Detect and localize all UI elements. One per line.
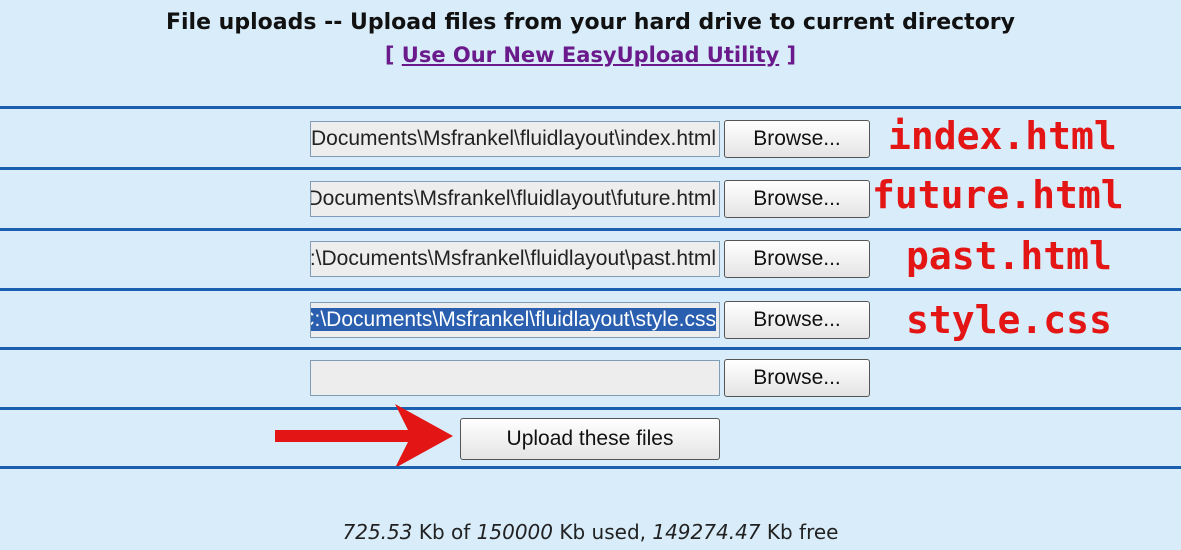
quota-text: Kb free	[760, 520, 839, 544]
file-row-3: C:\Documents\Msfrankel\fluidlayout\past.…	[0, 231, 1181, 289]
used-kb-value: 725.53	[342, 520, 413, 544]
quota-text: Kb of	[412, 520, 477, 544]
divider	[0, 407, 1181, 410]
file-row-5: Browse...	[0, 350, 1181, 408]
annotation-label-2: future.html	[872, 173, 1124, 217]
page-title: File uploads -- Upload files from your h…	[165, 10, 1015, 35]
browse-button-5[interactable]: Browse...	[724, 359, 870, 397]
file-input-5[interactable]	[310, 360, 720, 396]
browse-button-3[interactable]: Browse...	[724, 240, 870, 278]
annotation-label-4: style.css	[906, 298, 1112, 342]
link-bracket-close: ]	[779, 43, 797, 67]
browse-button-4[interactable]: Browse...	[724, 301, 870, 339]
divider	[0, 466, 1181, 469]
browse-button-1[interactable]: Browse...	[724, 120, 870, 158]
free-kb-value: 149274.47	[652, 520, 761, 544]
file-input-3[interactable]: C:\Documents\Msfrankel\fluidlayout\past.…	[310, 241, 720, 277]
file-input-2[interactable]: C:\Documents\Msfrankel\fluidlayout\futur…	[310, 181, 720, 217]
quota-status: 725.53 Kb of 150000 Kb used, 149274.47 K…	[0, 520, 1181, 544]
file-row-2: C:\Documents\Msfrankel\fluidlayout\futur…	[0, 170, 1181, 228]
file-input-1[interactable]: C:\Documents\Msfrankel\fluidlayout\index…	[310, 121, 720, 157]
easyupload-link[interactable]: [ Use Our New EasyUpload Utility ]	[0, 43, 1181, 67]
annotation-label-3: past.html	[906, 234, 1112, 278]
upload-files-button[interactable]: Upload these files	[460, 418, 720, 460]
file-input-4[interactable]: C:\Documents\Msfrankel\fluidlayout\style…	[310, 302, 720, 338]
easyupload-link-label[interactable]: Use Our New EasyUpload Utility	[402, 43, 779, 67]
red-arrow-icon	[275, 404, 453, 468]
file-row-4: C:\Documents\Msfrankel\fluidlayout\style…	[0, 291, 1181, 349]
quota-text: Kb used,	[553, 520, 653, 544]
total-kb-value: 150000	[476, 520, 554, 544]
browse-button-2[interactable]: Browse...	[724, 180, 870, 218]
link-bracket-open: [	[384, 43, 402, 67]
file-row-1: C:\Documents\Msfrankel\fluidlayout\index…	[0, 109, 1181, 167]
annotation-label-1: index.html	[888, 114, 1117, 158]
